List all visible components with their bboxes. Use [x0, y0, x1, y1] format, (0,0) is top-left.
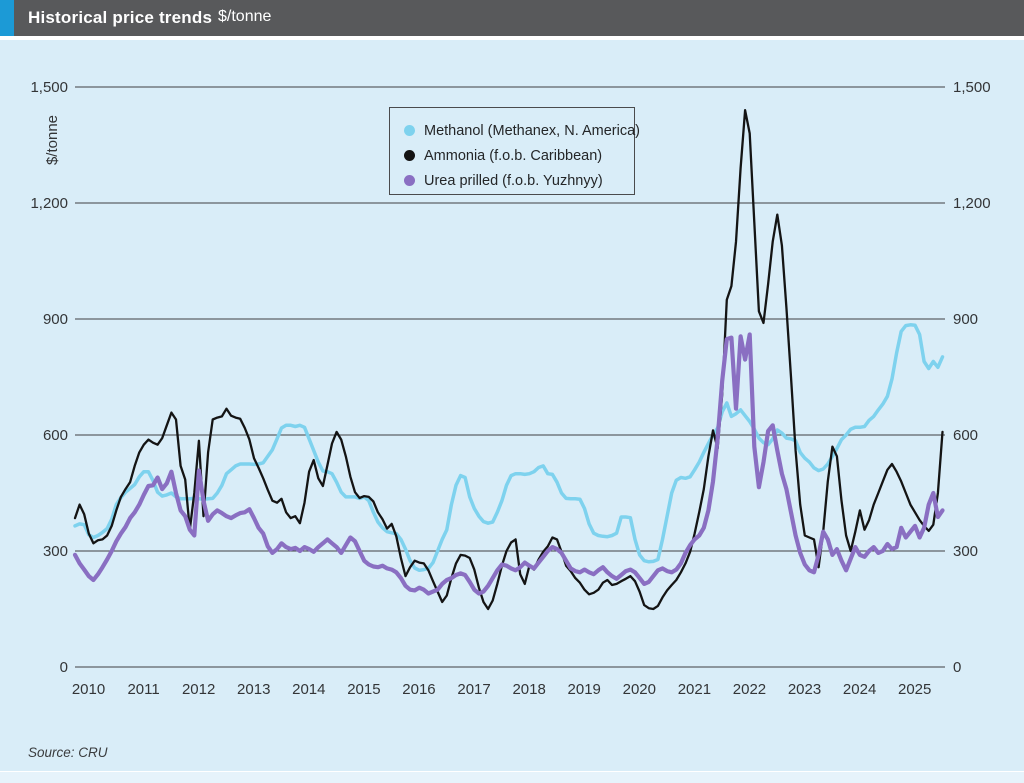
x-tick-2023: 2023	[788, 681, 821, 698]
chart-legend: Methanol (Methanex, N. America) Ammonia …	[389, 107, 635, 195]
x-tick-2012: 2012	[182, 681, 215, 698]
legend-label-ammonia: Ammonia (f.o.b. Caribbean)	[424, 148, 602, 164]
x-tick-2011: 2011	[127, 681, 159, 698]
y-tick-right-1200: 1,200	[953, 195, 991, 212]
x-tick-2014: 2014	[292, 681, 325, 698]
series-line-methanol	[75, 325, 943, 571]
legend-item-urea: Urea prilled (f.o.b. Yuzhnyy)	[404, 168, 634, 193]
x-tick-2021: 2021	[678, 681, 711, 698]
x-tick-2013: 2013	[237, 681, 270, 698]
y-axis-label: $/tonne	[44, 115, 61, 165]
methanol-dot-icon	[404, 125, 415, 136]
y-tick-left-1500: 1,500	[30, 79, 68, 96]
y-tick-left-900: 900	[43, 311, 68, 328]
x-tick-2018: 2018	[512, 681, 545, 698]
x-tick-2022: 2022	[733, 681, 766, 698]
legend-label-urea: Urea prilled (f.o.b. Yuzhnyy)	[424, 173, 603, 189]
x-tick-2016: 2016	[402, 681, 435, 698]
y-tick-left-300: 300	[43, 543, 68, 560]
bottom-strip	[0, 772, 1024, 783]
legend-item-methanol: Methanol (Methanex, N. America)	[404, 118, 634, 143]
y-tick-right-0: 0	[953, 659, 961, 676]
urea-dot-icon	[404, 175, 415, 186]
source-note: Source: CRU	[28, 745, 108, 760]
y-tick-right-300: 300	[953, 543, 978, 560]
y-tick-left-600: 600	[43, 427, 68, 444]
x-tick-2017: 2017	[457, 681, 490, 698]
y-tick-left-0: 0	[60, 659, 68, 676]
legend-item-ammonia: Ammonia (f.o.b. Caribbean)	[404, 143, 634, 168]
ammonia-dot-icon	[404, 150, 415, 161]
x-tick-2015: 2015	[347, 681, 380, 698]
x-tick-2024: 2024	[843, 681, 876, 698]
y-tick-right-900: 900	[953, 311, 978, 328]
page: Historical price trends $/tonne 00300300…	[0, 0, 1024, 783]
y-tick-right-1500: 1,500	[953, 79, 991, 96]
y-tick-left-1200: 1,200	[30, 195, 68, 212]
x-tick-2025: 2025	[898, 681, 931, 698]
legend-label-methanol: Methanol (Methanex, N. America)	[424, 123, 640, 139]
x-tick-2019: 2019	[568, 681, 601, 698]
x-tick-2020: 2020	[623, 681, 656, 698]
y-tick-right-600: 600	[953, 427, 978, 444]
x-tick-2010: 2010	[72, 681, 105, 698]
